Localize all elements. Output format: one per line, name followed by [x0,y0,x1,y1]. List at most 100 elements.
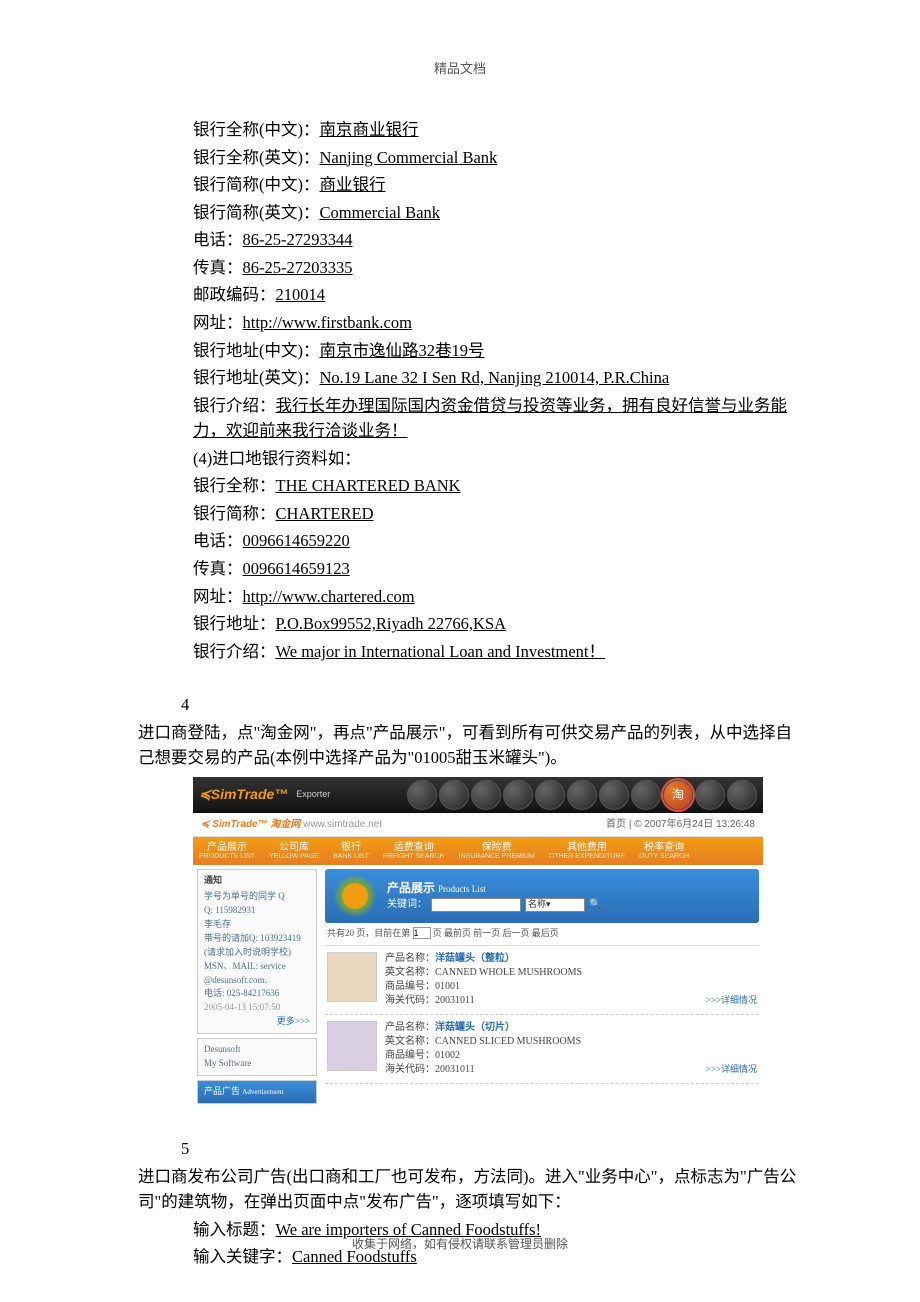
value: Commercial Bank [320,203,441,222]
toolbar-icon[interactable] [727,780,757,810]
menu-products[interactable]: 产品展示PRODUCTS LIST [199,842,255,861]
page-footer: 收集于网络，如有侵权请联系管理员删除 [0,1235,920,1252]
label: 邮政编码： [193,285,276,304]
value: We major in International Loan and Inves… [276,642,605,661]
label: 传真： [193,559,243,578]
label: 商品编号： [385,1050,435,1061]
search-icon[interactable]: 🔍 [589,897,601,913]
toolbar-icons [407,780,757,810]
simtrade-sidebar: 通知 学号为单号的同学 Q Q: 115982931 李毛存 带号的请加Q: 1… [193,865,321,1108]
home-link[interactable]: 首页 [606,819,626,830]
value: 0096614659220 [243,531,350,550]
product-hs: 20031011 [435,995,475,1006]
label: 商品编号： [385,981,435,992]
notice-q1: Q: 115982931 [204,904,310,918]
notice-tel: 电话: 025-84217636 [204,987,310,1001]
toolbar-icon[interactable] [567,780,597,810]
value: 86-25-27203335 [243,258,353,277]
notice-name: 李毛存 [204,919,231,929]
product-row: 产品名称：洋菇罐头（切片） 英文名称：CANNED SLICED MUSHROO… [325,1015,759,1084]
menu-banks[interactable]: 银行BANK LIST [333,842,369,861]
label: 银行简称(英文)： [193,203,320,222]
value: 商业银行 [320,175,386,194]
product-name[interactable]: 洋菇罐头（切片） [435,1022,515,1033]
banner-title-en: Products List [438,884,486,894]
value: 我行长年办理国际国内资金借贷与投资等业务，拥有良好信誉与业务能力，欢迎前来我行洽… [193,396,787,441]
product-code: 01002 [435,1050,460,1061]
section-5-text: 进口商发布公司广告(出口商和工厂也可发布，方法同)。进入"业务中心"，点标志为"… [138,1164,800,1215]
toolbar-icon[interactable] [407,780,437,810]
detail-link[interactable]: >>>详细情况 [706,1063,757,1077]
label: 银行全称(中文)： [193,120,320,139]
keyword-input[interactable] [431,898,521,912]
bank-zip: 邮政编码：210014 [193,282,800,308]
product-hs: 20031011 [435,1064,475,1075]
datetime: 2007年6月24日 13:26:48 [644,819,755,830]
ad-title: 产品广告 [204,1086,240,1096]
bank-phone: 电话：86-25-27293344 [193,227,800,253]
taojin-icon-highlighted[interactable] [663,780,693,810]
import-bank-addr: 银行地址：P.O.Box99552,Riyadh 22766,KSA [193,611,800,637]
bank-shortname-en: 银行简称(英文)：Commercial Bank [193,200,800,226]
product-name[interactable]: 洋菇罐头（整粒） [435,953,515,964]
menu-freight[interactable]: 运费查询FREIGHT SEARCH [383,842,445,861]
notice-date: 2005-04-13 15:07:50 [204,1001,310,1015]
more-link[interactable]: 更多>>> [204,1015,310,1029]
simtrade-menu: 产品展示PRODUCTS LIST 公司库YELLOW PAGE 银行BANK … [193,837,763,865]
toolbar-icon[interactable] [631,780,661,810]
label: 海关代码： [385,1064,435,1075]
value: No.19 Lane 32 I Sen Rd, Nanjing 210014, … [320,368,670,387]
section-5-number: 5 [138,1136,800,1162]
banner-title: 产品展示 [387,881,435,895]
soft-name: Desunsoft [204,1043,310,1057]
section-4-text: 进口商登陆，点"淘金网"，再点"产品展示"，可看到所有可供交易产品的列表，从中选… [138,720,800,771]
bank-fax: 传真：86-25-27203335 [193,255,800,281]
value: 0096614659123 [243,559,350,578]
bank-fullname-cn: 银行全称(中文)：南京商业银行 [193,117,800,143]
menu-insurance[interactable]: 保险费INSURANCE PREMIUM [459,842,535,861]
label: 电话： [193,531,243,550]
detail-link[interactable]: >>>详细情况 [706,994,757,1008]
label: 电话： [193,230,243,249]
label: 银行简称： [193,504,276,523]
software-box: Desunsoft My Software [197,1038,317,1076]
product-thumb [327,952,377,1002]
section-4-number: 4 [138,692,800,718]
toolbar-icon[interactable] [503,780,533,810]
toolbar-icon[interactable] [535,780,565,810]
value: 南京商业银行 [320,120,419,139]
search-select[interactable]: 名称 ▾ [525,898,585,912]
label: 产品名称： [385,953,435,964]
toolbar-icon[interactable] [439,780,469,810]
label: 银行介绍： [193,642,276,661]
value: 南京市逸仙路32巷19号 [320,341,485,360]
bank-addr-en: 银行地址(英文)：No.19 Lane 32 I Sen Rd, Nanjing… [193,365,800,391]
toolbar-icon[interactable] [599,780,629,810]
label: 英文名称： [385,1036,435,1047]
import-bank-fax: 传真：0096614659123 [193,556,800,582]
bank-addr-cn: 银行地址(中文)：南京市逸仙路32巷19号 [193,338,800,364]
menu-duty[interactable]: 税率查询DUTY SEARCH [639,842,689,861]
notice-note: (请求加入时说明学校) [204,946,310,960]
import-bank-intro: 银行介绍：We major in International Loan and … [193,639,800,665]
bank-shortname-cn: 银行简称(中文)：商业银行 [193,172,800,198]
value: CHARTERED [276,504,374,523]
menu-other[interactable]: 其他费用OTHER EXPENDITURE [549,842,625,861]
subheader-url: www.simtrade.net [303,819,382,830]
value: 86-25-27293344 [243,230,353,249]
notice-domain: @desunsoft.com. [204,974,310,988]
label: 银行地址(中文)： [193,341,320,360]
pager-text2[interactable]: 页 最前页 前一页 后一页 最后页 [433,928,559,938]
ad-box[interactable]: 产品广告 Advertisement [197,1080,317,1104]
label: 银行全称(英文)： [193,148,320,167]
simtrade-logo-sub: Exporter [296,788,330,802]
soft-sub: My Software [204,1057,310,1071]
pager-input[interactable] [413,927,431,939]
import-bank-shortname: 银行简称：CHARTERED [193,501,800,527]
toolbar-icon[interactable] [695,780,725,810]
toolbar-icon[interactable] [471,780,501,810]
label: 网址： [193,587,243,606]
value: 210014 [276,285,326,304]
menu-companies[interactable]: 公司库YELLOW PAGE [269,842,319,861]
notice-box: 通知 学号为单号的同学 Q Q: 115982931 李毛存 带号的请加Q: 1… [197,869,317,1034]
